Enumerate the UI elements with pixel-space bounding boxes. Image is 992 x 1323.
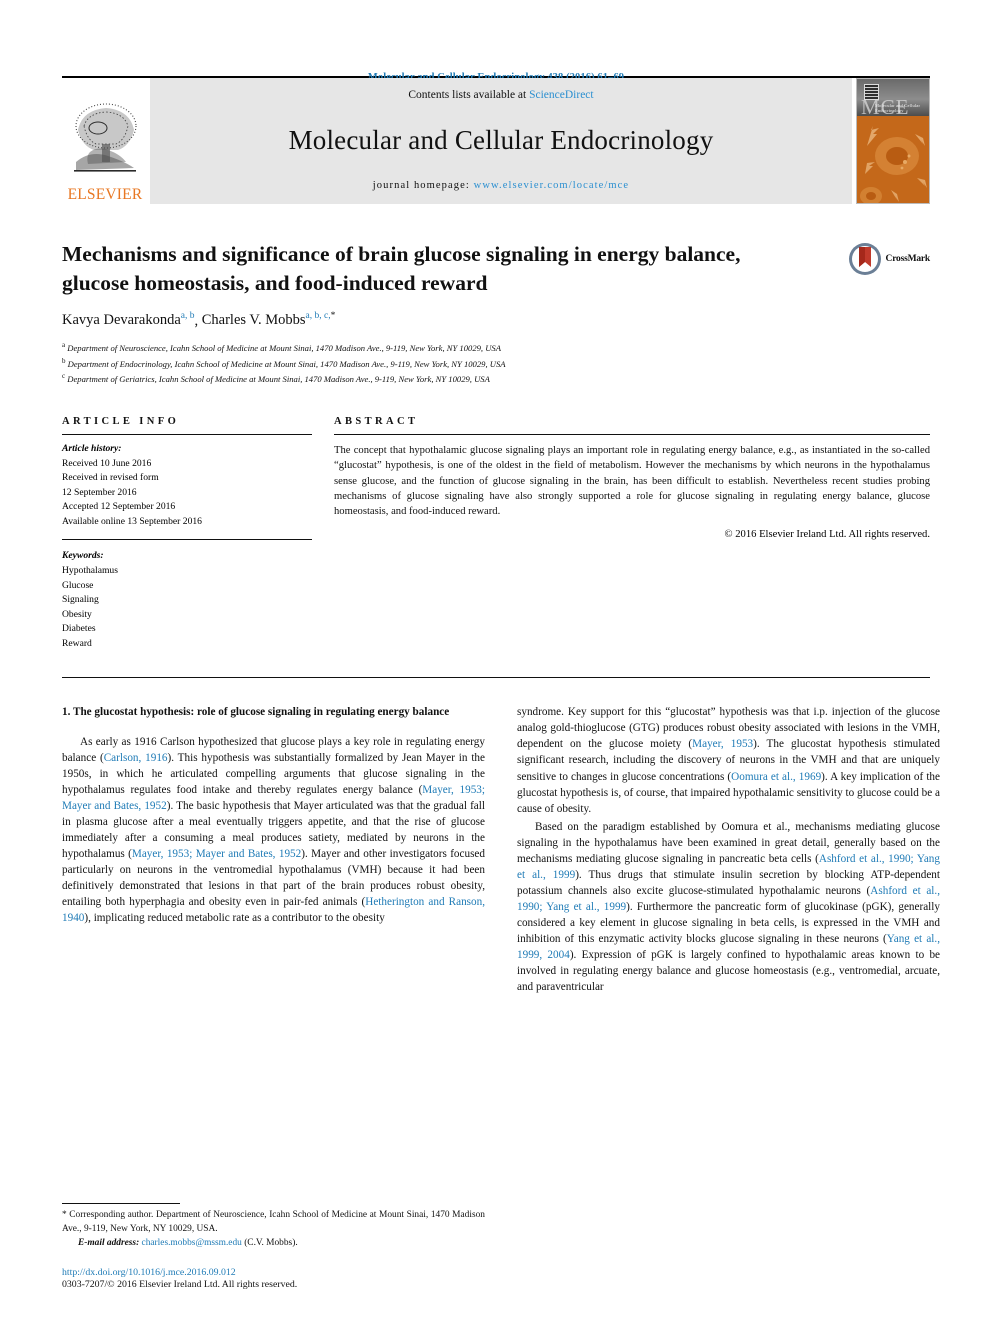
paragraph-text: ). Expression of pGK is largely confined… — [517, 948, 940, 993]
footnote-rule — [62, 1203, 180, 1205]
keyword-item: Hypothalamus — [62, 564, 118, 576]
section-heading: 1. The glucostat hypothesis: role of glu… — [62, 706, 450, 719]
section-divider — [62, 677, 930, 679]
paragraph: Based on the paradigm established by Oom… — [517, 819, 940, 995]
journal-band: Contents lists available at ScienceDirec… — [150, 78, 852, 204]
citation-link[interactable]: Carlson, 1916 — [104, 752, 168, 764]
page-title: Mechanisms and significance of brain glu… — [62, 242, 741, 295]
email-label: E-mail address: — [78, 1238, 140, 1249]
doi-link[interactable]: http://dx.doi.org/10.1016/j.mce.2016.09.… — [62, 1267, 485, 1278]
elsevier-wordmark: ELSEVIER — [67, 185, 143, 203]
affiliation-mark: b — [62, 356, 66, 365]
journal-homepage-link[interactable]: www.elsevier.com/locate/mce — [474, 180, 630, 191]
keywords-label: Keywords: — [62, 550, 104, 562]
info-abstract-section: ARTICLE INFO Article history: Received 1… — [62, 416, 930, 652]
article-info-heading: ARTICLE INFO — [62, 415, 180, 427]
body-column-right: syndrome. Key support for this “glucosta… — [517, 704, 940, 1124]
corresponding-author-note: * Corresponding author. Department of Ne… — [62, 1210, 485, 1234]
affiliation-mark: c — [62, 371, 66, 380]
author-item: Kavya Devarakondaa, b — [62, 311, 195, 329]
article-history-item: Accepted 12 September 2016 — [62, 501, 176, 513]
article-history-label: Article history: — [62, 442, 122, 454]
citation-link[interactable]: Mayer, 1953; Mayer and Bates, 1952 — [132, 848, 301, 860]
keyword-item: Glucose — [62, 579, 94, 591]
article-body: 1. The glucostat hypothesis: role of glu… — [62, 704, 940, 1124]
affiliation-text: Department of Endocrinology, Icahn Schoo… — [67, 358, 506, 369]
journal-homepage-line: journal homepage: www.elsevier.com/locat… — [373, 180, 629, 191]
paragraph-text: ), implicating reduced metabolic rate as… — [84, 912, 385, 925]
paragraph: As early as 1916 Carlson hypothesized th… — [62, 734, 485, 926]
affiliation-text: Department of Geriatrics, Icahn School o… — [67, 373, 490, 384]
contents-prefix: Contents lists available at — [408, 89, 530, 101]
article-history-item: Available online 13 September 2016 — [62, 515, 202, 527]
homepage-prefix: journal homepage: — [372, 180, 474, 191]
author-name: Kavya Devarakonda — [62, 312, 181, 329]
paragraph: syndrome. Key support for this “glucosta… — [517, 704, 940, 816]
issn-copyright: 0303-7207/© 2016 Elsevier Ireland Ltd. A… — [62, 1279, 298, 1290]
cover-subtitle-text: Molecular and Cellular Endocrinology — [875, 103, 921, 114]
doi-block: http://dx.doi.org/10.1016/j.mce.2016.09.… — [62, 1267, 485, 1290]
keyword-item: Obesity — [62, 608, 92, 620]
journal-cover-thumbnail: MCE Molecular and Cellular Endocrinology — [856, 78, 930, 204]
keywords-block: Keywords: Hypothalamus Glucose Signaling… — [62, 549, 312, 651]
affiliation-list: a Department of Neuroscience, Icahn Scho… — [62, 340, 930, 386]
affiliation-text: Department of Neuroscience, Icahn School… — [67, 343, 501, 354]
article-history-block: Article history: Received 10 June 2016 R… — [62, 442, 312, 529]
abstract-column: ABSTRACT The concept that hypothalamic g… — [334, 416, 930, 652]
elsevier-logo: ELSEVIER — [62, 78, 148, 204]
affiliation-item: a Department of Neuroscience, Icahn Scho… — [62, 340, 930, 355]
affiliation-mark: a — [62, 341, 66, 350]
article-history-item: Received 10 June 2016 — [62, 457, 152, 469]
crossmark-badge[interactable]: CrossMark — [848, 242, 930, 276]
abstract-heading: ABSTRACT — [334, 415, 419, 427]
author-item: Charles V. Mobbsa, b, c,* — [201, 311, 336, 329]
crossmark-icon — [848, 243, 881, 275]
sciencedirect-link[interactable]: ScienceDirect — [529, 89, 594, 101]
keyword-item: Diabetes — [62, 623, 96, 635]
citation-link[interactable]: Oomura et al., 1969 — [731, 771, 821, 783]
journal-masthead: ELSEVIER Contents lists available at Sci… — [62, 76, 930, 204]
keywords-rule — [62, 539, 312, 541]
author-list: Kavya Devarakondaa, b, Charles V. Mobbsa… — [62, 311, 336, 329]
article-info-column: ARTICLE INFO Article history: Received 1… — [62, 416, 312, 652]
abstract-text: The concept that hypothalamic glucose si… — [334, 444, 930, 518]
article-history-item: 12 September 2016 — [62, 486, 137, 498]
title-block: CrossMark Mechanisms and significance of… — [62, 240, 930, 386]
abstract-copyright: © 2016 Elsevier Ireland Ltd. All rights … — [724, 528, 930, 540]
footnote-area: * Corresponding author. Department of Ne… — [62, 1203, 485, 1290]
contents-line: Contents lists available at ScienceDirec… — [408, 89, 593, 101]
crossmark-label: CrossMark — [885, 254, 931, 264]
journal-title: Molecular and Cellular Endocrinology — [288, 125, 714, 155]
affiliation-item: b Department of Endocrinology, Icahn Sch… — [62, 356, 930, 371]
citation-link[interactable]: Mayer, 1953 — [692, 738, 753, 750]
author-name: Charles V. Mobbs — [201, 312, 306, 329]
email-link[interactable]: charles.mobbs@mssm.edu — [142, 1238, 242, 1248]
body-column-left: 1. The glucostat hypothesis: role of glu… — [62, 704, 485, 1124]
cover-header-band: MCE Molecular and Cellular Endocrinology — [857, 79, 929, 119]
elsevier-tree-icon — [74, 102, 137, 172]
abstract-rule — [334, 433, 930, 435]
email-note: E-mail address: charles.mobbs@mssm.edu (… — [62, 1237, 485, 1251]
affiliation-item: c Department of Geriatrics, Icahn School… — [62, 371, 930, 386]
author-affiliation-marks: a, b, c, — [305, 311, 331, 322]
author-affiliation-marks: a, b — [180, 311, 195, 322]
cover-cells-illustration — [857, 116, 929, 203]
running-head: Molecular and Cellular Endocrinology 438… — [62, 0, 930, 83]
keyword-item: Signaling — [62, 594, 99, 606]
journal-article-page: Molecular and Cellular Endocrinology 438… — [0, 0, 992, 1323]
article-history-item: Received in revised form — [62, 472, 159, 484]
keyword-item: Reward — [62, 637, 92, 649]
corresponding-author-marker: * — [330, 311, 336, 322]
email-suffix: (C.V. Mobbs). — [244, 1238, 298, 1249]
article-info-rule — [62, 433, 312, 435]
cover-artwork — [857, 116, 929, 203]
